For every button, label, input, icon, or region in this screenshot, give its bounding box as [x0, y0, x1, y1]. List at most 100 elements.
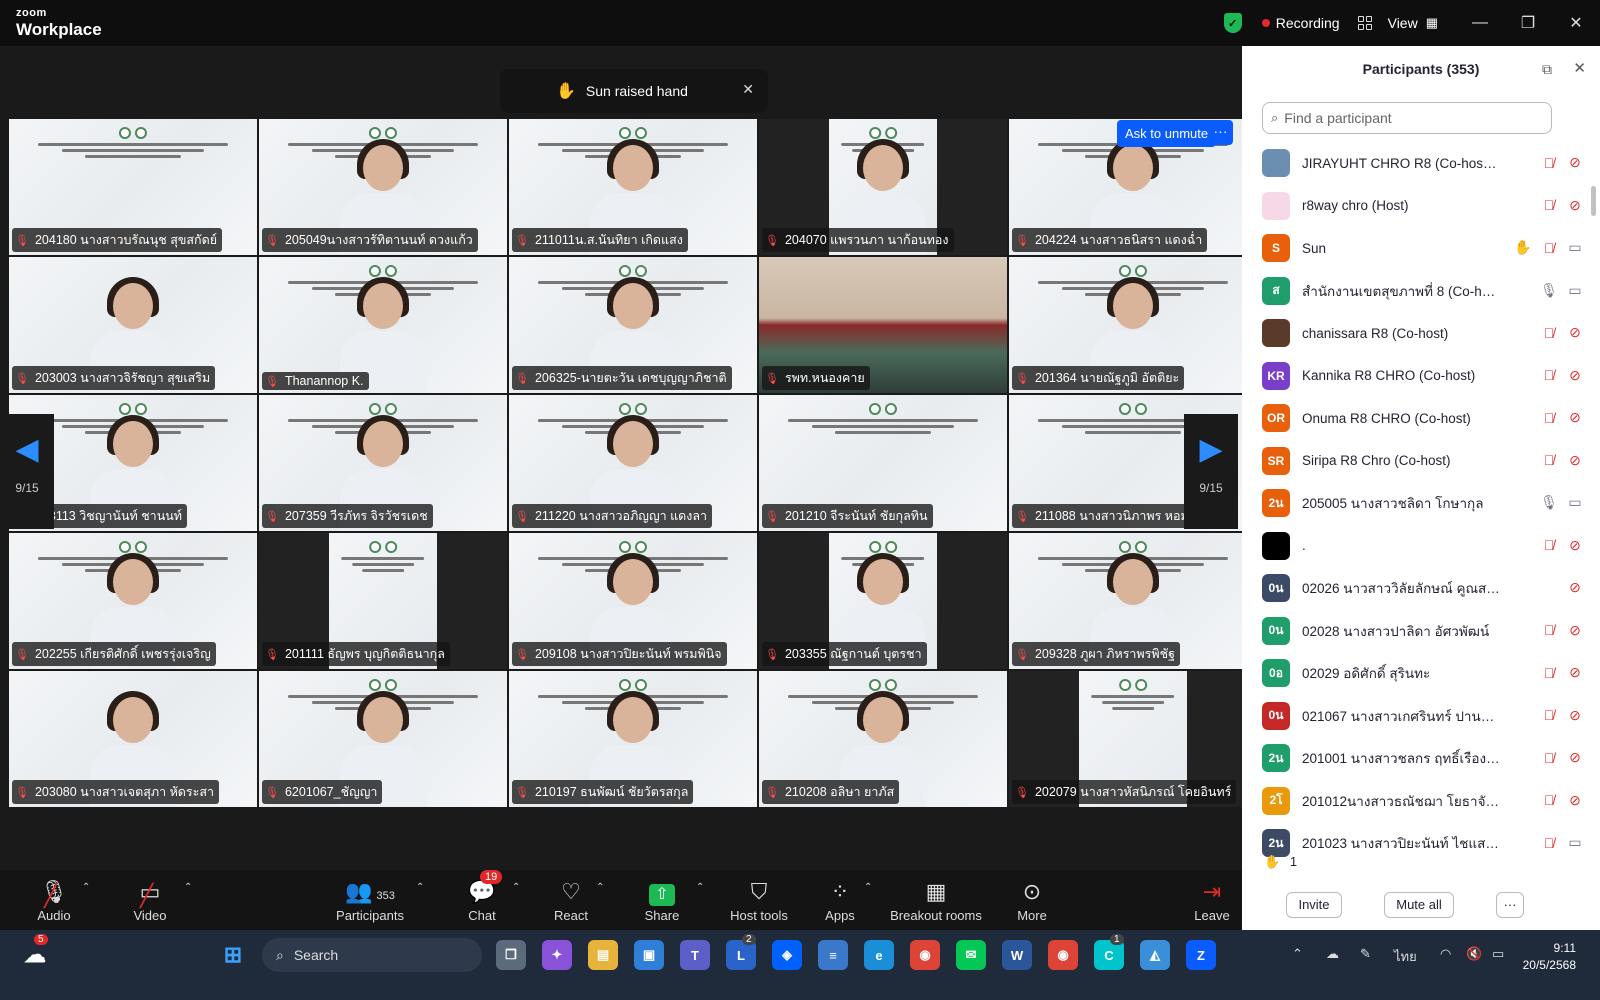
- gallery-layout-icon[interactable]: [1357, 16, 1372, 30]
- leave-button[interactable]: ⇥ Leave: [1190, 878, 1234, 923]
- chat-button[interactable]: 💬 Chat: [460, 878, 504, 923]
- participant-list-scrollbar[interactable]: [1591, 186, 1596, 216]
- recording-indicator[interactable]: Recording: [1261, 15, 1340, 31]
- react-options-caret-icon[interactable]: ⌃: [596, 882, 604, 893]
- invite-button[interactable]: Invite: [1286, 892, 1342, 918]
- dropbox-icon[interactable]: ◈: [772, 940, 802, 970]
- share-button[interactable]: ⇧ Share: [640, 878, 684, 923]
- breakout-rooms-button[interactable]: ▦ Breakout rooms: [886, 878, 986, 923]
- store-icon[interactable]: ▣: [634, 940, 664, 970]
- encryption-shield-icon[interactable]: ✓: [1223, 13, 1242, 33]
- word-icon[interactable]: W: [1002, 940, 1032, 970]
- participant-row[interactable]: 0น 02028 นางสาวปาลิดา อัศวพัฒน์ 🎙̸ ⊘: [1242, 610, 1590, 653]
- video-tile[interactable]: 🎙 209108 นางสาวปิยะนันท์ พรมพินิจ: [508, 532, 758, 670]
- mute-all-button[interactable]: Mute all: [1384, 892, 1454, 918]
- audio-options-caret-icon[interactable]: ⌃: [82, 882, 90, 893]
- apps-options-caret-icon[interactable]: ⌃: [864, 882, 872, 893]
- system-clock[interactable]: 9:11 20/5/2568: [1523, 940, 1576, 974]
- participants-button[interactable]: 👥 353 Participants: [330, 878, 410, 923]
- share-options-caret-icon[interactable]: ⌃: [696, 882, 704, 893]
- minimize-button[interactable]: —: [1456, 14, 1504, 32]
- participants-options-caret-icon[interactable]: ⌃: [416, 882, 424, 893]
- participant-row[interactable]: r8way chro (Host) 🎙̸ ⊘: [1242, 185, 1590, 228]
- close-window-button[interactable]: ✕: [1552, 13, 1600, 33]
- participant-row[interactable]: 2น 205005 นางสาวชลิดา โกษากุล 🎙 ▭: [1242, 482, 1590, 525]
- video-tile[interactable]: 🎙 201210 จีระนันท์ ชัยกุลทิน: [758, 394, 1008, 532]
- host-tools-button[interactable]: ⛉ Host tools: [722, 878, 796, 923]
- video-options-caret-icon[interactable]: ⌃: [184, 882, 192, 893]
- panel-more-button[interactable]: ···: [1496, 892, 1524, 918]
- raised-hands-count[interactable]: ✋ 1: [1264, 854, 1297, 870]
- notepad-icon[interactable]: ≡: [818, 940, 848, 970]
- participant-search-input[interactable]: ⌕ Find a participant: [1262, 102, 1552, 134]
- view-button[interactable]: View ▦: [1388, 15, 1438, 31]
- chrome-profile-icon[interactable]: ◉: [1048, 940, 1078, 970]
- apps-button[interactable]: ⁘ Apps: [818, 878, 862, 923]
- windows-start-icon[interactable]: ⊞: [218, 940, 248, 970]
- participant-row[interactable]: KR Kannika R8 CHRO (Co-host) 🎙̸ ⊘: [1242, 355, 1590, 398]
- onedrive-icon[interactable]: ☁: [1326, 946, 1339, 962]
- pop-out-icon[interactable]: ⧉: [1542, 46, 1552, 92]
- restore-button[interactable]: ❐: [1504, 13, 1552, 33]
- line-icon[interactable]: ✉: [956, 940, 986, 970]
- close-panel-icon[interactable]: ✕: [1573, 46, 1586, 92]
- next-page-button[interactable]: ▶ 9/15: [1184, 414, 1238, 529]
- video-tile[interactable]: 🎙 207359 วีรภัทร จิรวัชรเดช: [258, 394, 508, 532]
- video-tile[interactable]: 🎙 203003 นางสาวจิรัชญา สุขเสริม: [8, 256, 258, 394]
- wifi-icon[interactable]: ◠: [1440, 946, 1451, 962]
- edge-icon[interactable]: e: [864, 940, 894, 970]
- video-tile[interactable]: 🎙 6201067_ชัญญา: [258, 670, 508, 808]
- show-hidden-icons-icon[interactable]: ⌃: [1292, 946, 1303, 962]
- task-view-icon[interactable]: ❐: [496, 940, 526, 970]
- video-tile[interactable]: 🎙 202079 นางสาวหัสนิภรณ์ โคยอินทร์: [1008, 670, 1258, 808]
- chrome-icon[interactable]: ◉: [910, 940, 940, 970]
- more-button[interactable]: ⊙ More: [1008, 878, 1056, 923]
- participant-row[interactable]: 0น 021067 นางสาวเกศรินทร์ ปานม่อม 🎙̸ ⊘: [1242, 695, 1590, 738]
- participant-row[interactable]: 0อ 02029 อดิศักดิ์ สุรินทะ 🎙̸ ⊘: [1242, 652, 1590, 695]
- video-tile[interactable]: 🎙 203355 ณัฐกานต์ บุตรชา: [758, 532, 1008, 670]
- participant-row[interactable]: สสำนักงานเขตสุขภาพที่ 8 (Co-host) 🎙 ▭: [1242, 270, 1590, 313]
- zoom-taskbar-icon[interactable]: Z: [1186, 940, 1216, 970]
- video-tile[interactable]: 🎙 รพท.หนองคาย: [758, 256, 1008, 394]
- weather-icon[interactable]: ☁: [20, 940, 50, 970]
- photos-icon[interactable]: ◭: [1140, 940, 1170, 970]
- tile-more-options-button[interactable]: ···: [1208, 120, 1233, 145]
- participant-row[interactable]: S Sun ✋ 🎙̸ ▭: [1242, 227, 1590, 270]
- video-tile[interactable]: 🎙 210197 ธนพัฒน์ ชัยวัตรสกุล: [508, 670, 758, 808]
- video-tile[interactable]: 🎙 209328 ภูผา ภิหราพรพิชัฐ: [1008, 532, 1258, 670]
- video-button[interactable]: ▭ ╱ Video: [128, 878, 172, 923]
- participant-row[interactable]: chanissara R8 (Co-host) 🎙̸ ⊘: [1242, 312, 1590, 355]
- file-explorer-icon[interactable]: ▤: [588, 940, 618, 970]
- participant-row[interactable]: 2น 201001 นางสาวชลกร ฤทธิ์เรืองนาม 🎙̸ ⊘: [1242, 737, 1590, 780]
- participant-row[interactable]: OR Onuma R8 CHRO (Co-host) 🎙̸ ⊘: [1242, 397, 1590, 440]
- battery-icon[interactable]: ▭: [1492, 946, 1504, 962]
- previous-page-button[interactable]: ◀ 9/15: [0, 414, 54, 529]
- participant-row[interactable]: . 🎙̸ ⊘: [1242, 525, 1590, 568]
- participant-row[interactable]: SR Siripa R8 Chro (Co-host) 🎙̸ ⊘: [1242, 440, 1590, 483]
- video-tile[interactable]: 🎙 201364 นายณัฐภูมิ อัตติยะ: [1008, 256, 1258, 394]
- video-tile[interactable]: 🎙 211220 นางสาวอภิญญา แดงลา: [508, 394, 758, 532]
- volume-muted-icon[interactable]: 🔇: [1466, 946, 1482, 962]
- video-tile[interactable]: 🎙 206325-นายตะวัน เดชบุญญาภิชาติ: [508, 256, 758, 394]
- toast-close-icon[interactable]: ✕: [742, 81, 754, 98]
- participant-row[interactable]: JIRAYUHT CHRO R8 (Co-host, me) 🎙̸ ⊘: [1242, 142, 1590, 185]
- video-tile[interactable]: 🎙 210208 อลิษา ยาภัส: [758, 670, 1008, 808]
- video-tile[interactable]: 🎙 Thanannop K.: [258, 256, 508, 394]
- ask-to-unmute-button[interactable]: Ask to unmute: [1117, 120, 1217, 147]
- pen-icon[interactable]: ✎: [1360, 946, 1371, 962]
- copilot-icon[interactable]: ✦: [542, 940, 572, 970]
- participant-row[interactable]: 2โ 201012นางสาวธณัชฌา โยธาจันทร์ 🎙̸ ⊘: [1242, 780, 1590, 823]
- video-tile[interactable]: 🎙 204070 แพรวนภา นาก้อนทอง: [758, 118, 1008, 256]
- audio-button[interactable]: 🎙 ╱ Audio: [32, 878, 76, 923]
- react-button[interactable]: ♡ React: [548, 878, 594, 923]
- teams-icon[interactable]: T: [680, 940, 710, 970]
- taskbar-search-box[interactable]: ⌕ Search: [262, 938, 482, 972]
- video-tile[interactable]: 🎙 201111 ธัญพร บุญกิตติธนากุล: [258, 532, 508, 670]
- video-tile[interactable]: 🎙 205049นางสาวรัทิตานนท์ ดวงแก้ว: [258, 118, 508, 256]
- language-indicator[interactable]: ไทย: [1394, 946, 1417, 967]
- video-tile[interactable]: 🎙 203080 นางสาวเจตสุภา หัดระสา: [8, 670, 258, 808]
- chat-options-caret-icon[interactable]: ⌃: [512, 882, 520, 893]
- participant-row[interactable]: 0น 02026 นาวสาววิลัยลักษณ์ คูณสวัสดิ... ⊘: [1242, 567, 1590, 610]
- video-tile[interactable]: 🎙 211011น.ส.นันทิยา เกิดแสง: [508, 118, 758, 256]
- video-tile[interactable]: 🎙 202255 เกียรติศักดิ์ เพชรรุ่งเจริญ: [8, 532, 258, 670]
